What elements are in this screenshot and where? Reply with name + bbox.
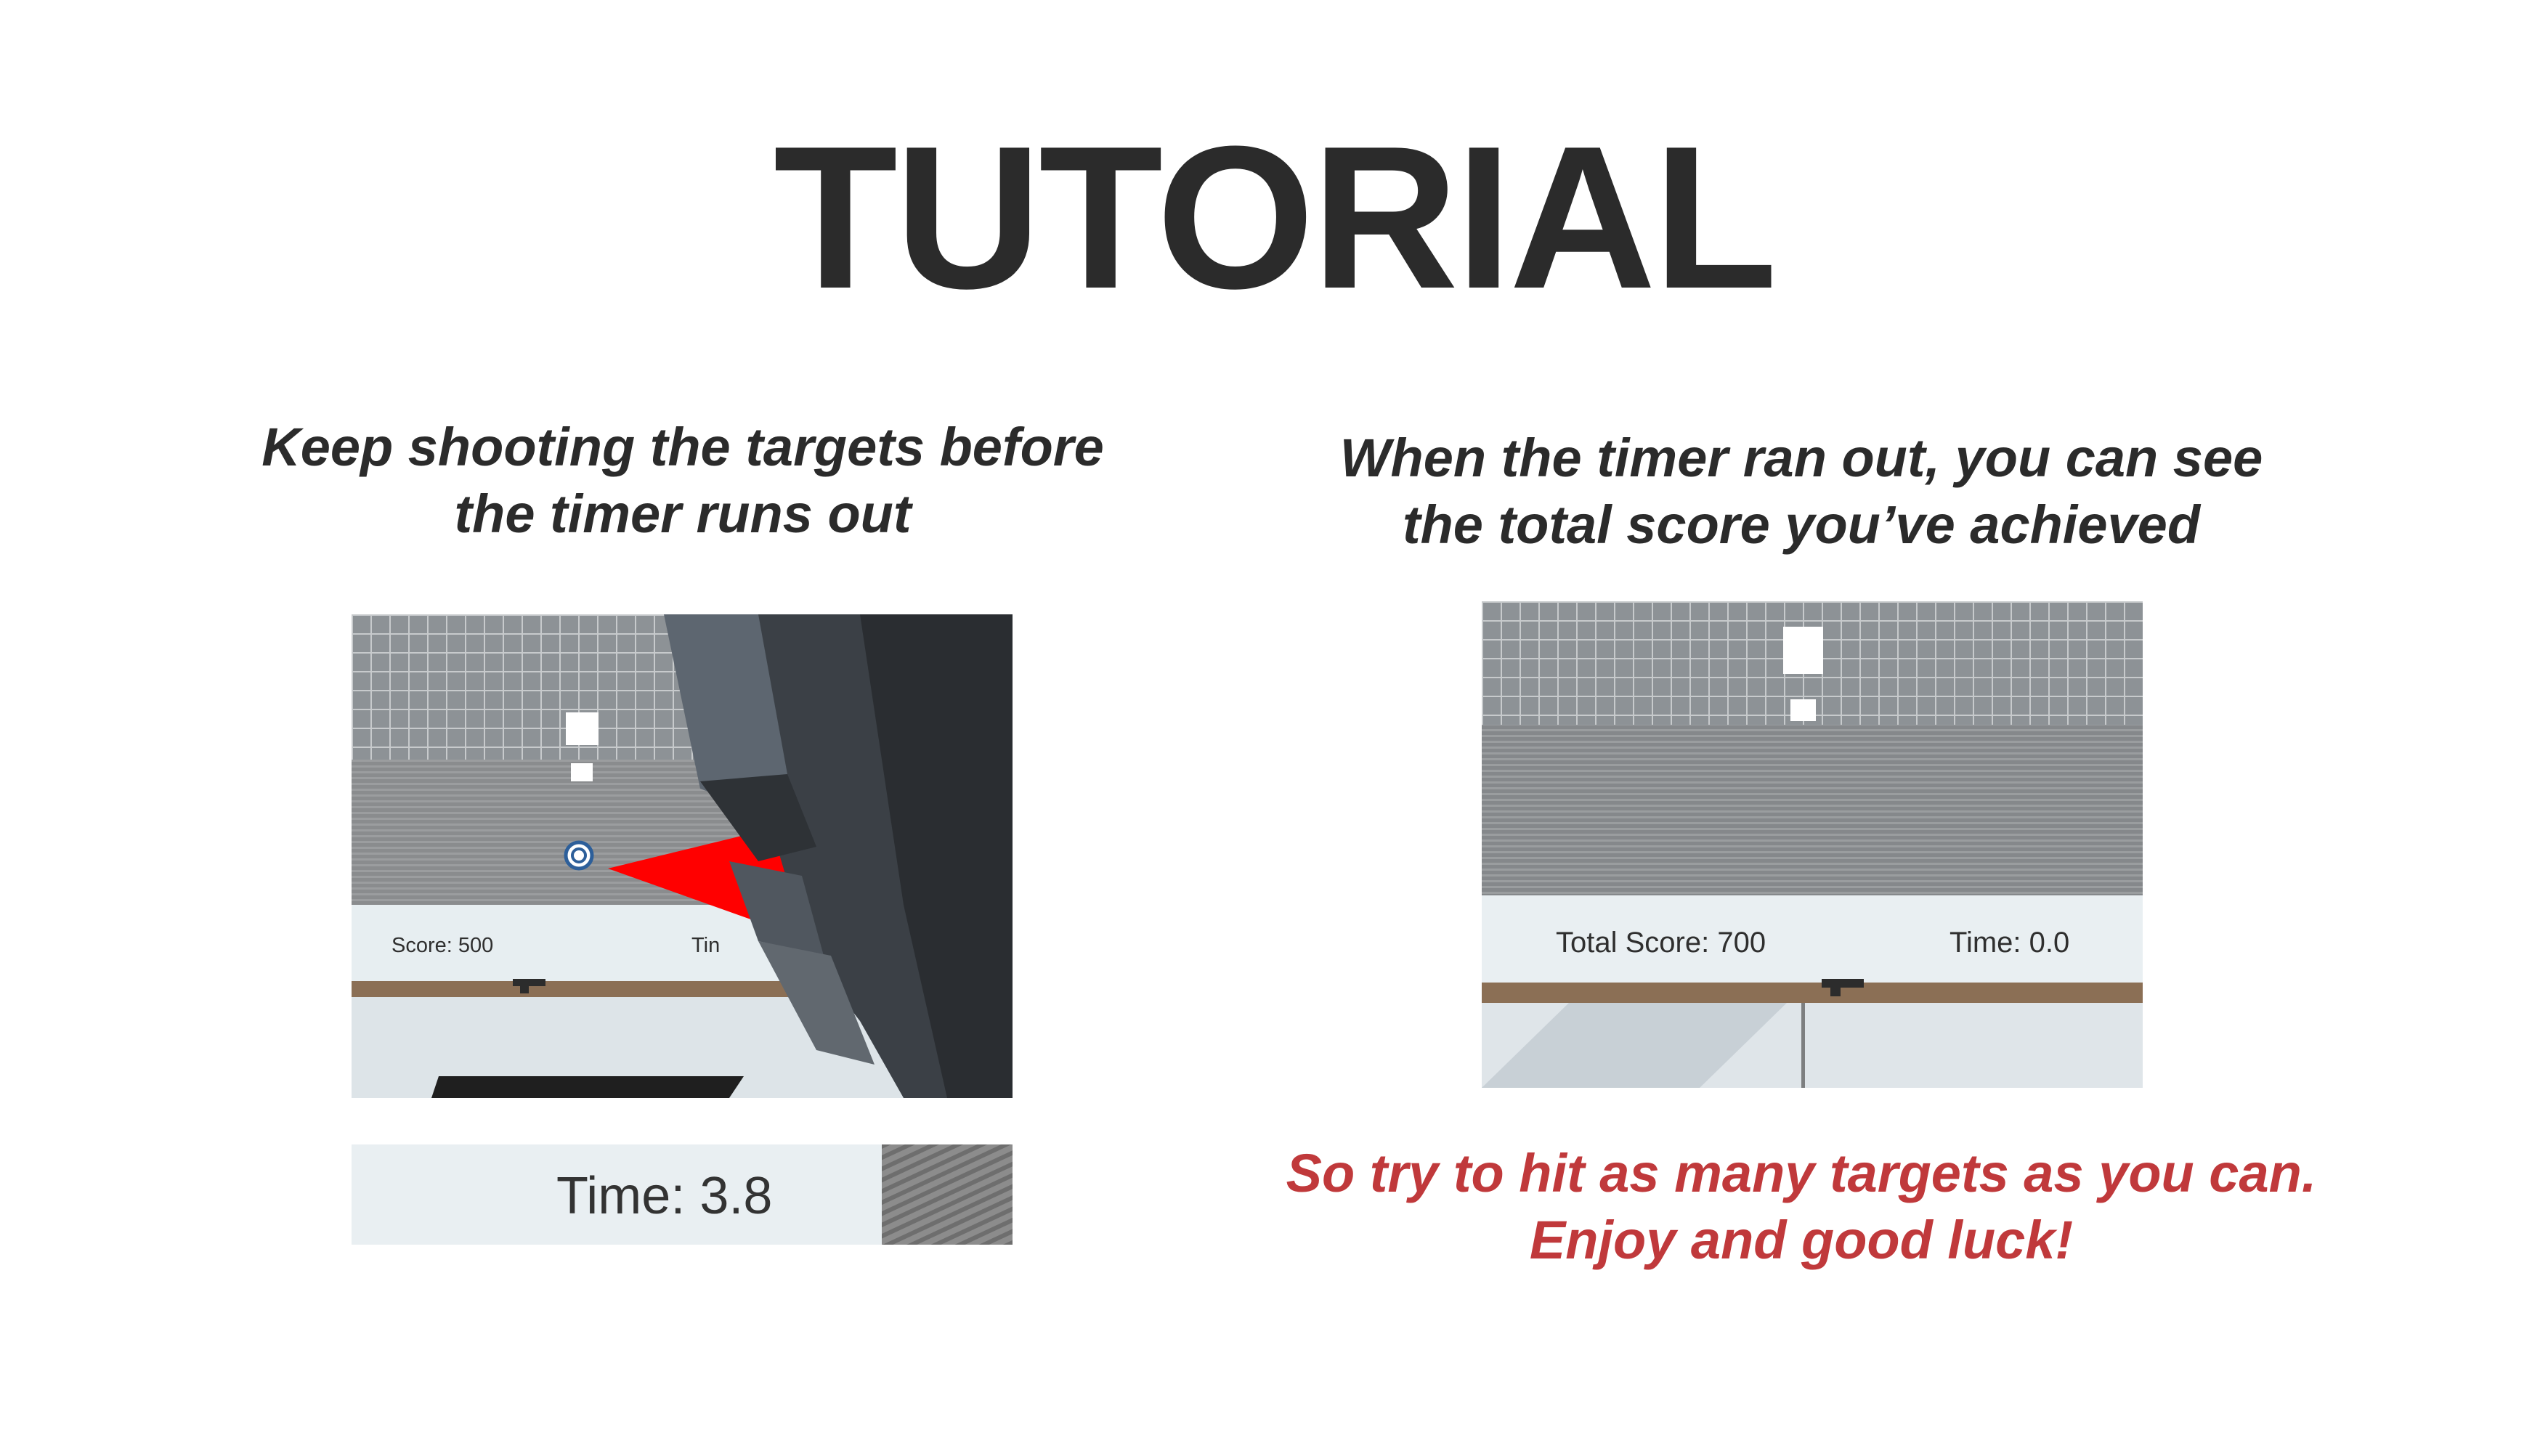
timer-zoom: Time: 3.8: [352, 1144, 1013, 1245]
closing-message-line-2: Enjoy and good luck!: [1529, 1210, 2074, 1270]
results-scene: [1482, 601, 2143, 1088]
score-label: Score: 500: [391, 934, 494, 957]
time-label-zoomed: Time: 3.8: [556, 1167, 773, 1225]
floor-mat: [431, 1076, 744, 1098]
time-label-partial: Tin: [691, 934, 721, 957]
page-title: TUTORIAL: [773, 105, 1777, 331]
total-score-label: Total Score: 700: [1556, 927, 1766, 959]
gameplay-screenshot: Score: 500 Tin: [352, 614, 1013, 1098]
ceiling-light: [571, 763, 593, 781]
final-time-label: Time: 0.0: [1949, 927, 2070, 959]
counter-support: [1801, 1003, 1805, 1088]
shooting-counter: [1482, 983, 2143, 1003]
gameplay-caption-line-1: Keep shooting the targets before: [261, 417, 1104, 477]
ceiling-light: [1783, 627, 1823, 674]
gameplay-caption-line-2: the timer runs out: [454, 484, 912, 544]
gameplay-scene: [352, 614, 1013, 1098]
bullseye-target-icon: [564, 840, 594, 871]
back-wall: [1482, 725, 2143, 895]
results-caption-line-2: the total score you’ve achieved: [1402, 495, 2201, 555]
closing-message-line-1: So try to hit as many targets as you can…: [1286, 1143, 2317, 1203]
ceiling-light: [1790, 699, 1816, 721]
wall-strip: [882, 1144, 1013, 1245]
ceiling-light: [566, 712, 599, 745]
results-screenshot: Total Score: 700 Time: 0.0: [1482, 601, 2143, 1088]
results-caption-line-1: When the timer ran out, you can see: [1339, 428, 2263, 488]
gameplay-caption: Keep shooting the targets before the tim…: [218, 414, 1148, 548]
results-caption: When the timer ran out, you can see the …: [1293, 425, 2310, 558]
closing-message: So try to hit as many targets as you can…: [1235, 1140, 2368, 1274]
